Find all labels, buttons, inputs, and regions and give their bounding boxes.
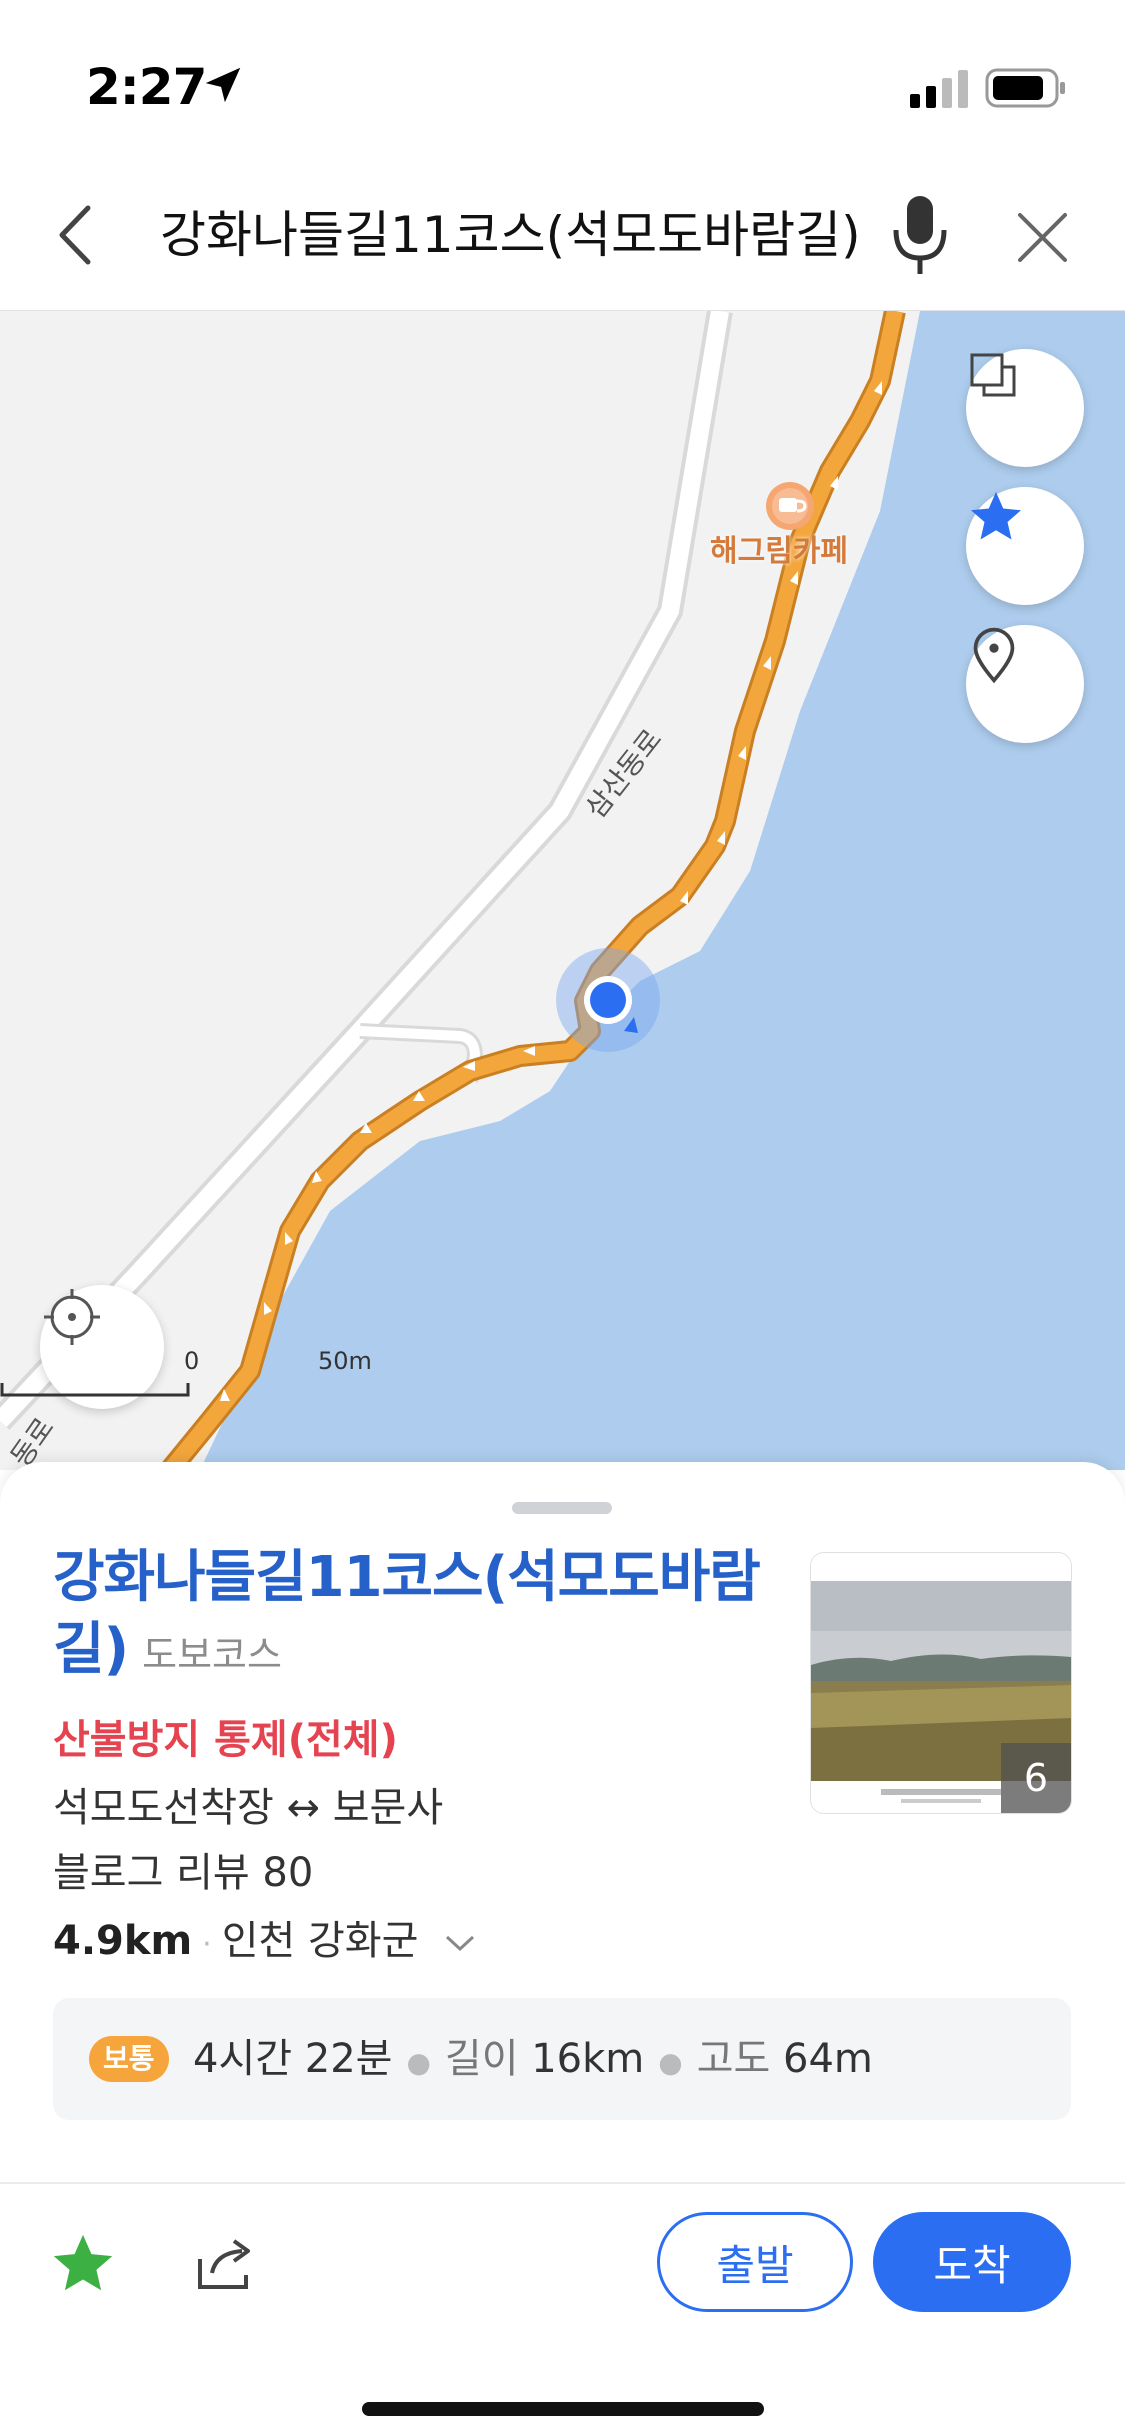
back-icon[interactable]: [48, 200, 108, 270]
length-label: 길이: [444, 2036, 519, 2082]
distance: 4.9km: [53, 1918, 193, 1964]
course-info-text: 4시간 22분 ● 길이 16km ● 고도 64m: [193, 2036, 873, 2082]
arrive-button[interactable]: 도착: [873, 2212, 1071, 2312]
favorite-star-icon[interactable]: [48, 2229, 118, 2299]
map-view[interactable]: 해그림카페 삼산동로 동로 0 50m: [0, 311, 1125, 1470]
course-length: 16km: [531, 2036, 645, 2082]
battery-icon: [985, 68, 1065, 108]
photo-count: 6: [1001, 1743, 1071, 1813]
star-icon: [971, 492, 1021, 540]
course-altitude: 64m: [783, 2036, 873, 2082]
separator-dot: ·: [202, 1927, 212, 1962]
map-canvas: [0, 311, 1125, 1470]
search-input[interactable]: 강화나들길11코스(석모도바람길): [160, 200, 861, 270]
status-bar: 2:27: [0, 0, 1125, 160]
chevron-down-icon: [446, 1935, 475, 1952]
route-text: 석모도선착장 ↔ 보문사: [53, 1785, 444, 1831]
region: 인천 강화군: [221, 1918, 419, 1964]
level-badge: 보통: [89, 2036, 169, 2082]
place-photo[interactable]: 6: [810, 1552, 1072, 1814]
search-header: 강화나들길11코스(석모도바람길): [0, 160, 1125, 311]
altitude-label: 고도: [696, 2036, 771, 2082]
sheet-handle[interactable]: [512, 1502, 612, 1514]
pin-button[interactable]: [966, 625, 1084, 743]
location-arrow-icon: [205, 67, 241, 103]
favorite-map-button[interactable]: [966, 487, 1084, 605]
scale-end: 50m: [318, 1347, 372, 1375]
blog-review-link[interactable]: 블로그 리뷰 80: [53, 1840, 313, 1898]
place-title[interactable]: 강화나들길11코스(석모도바람길) 도보코스: [53, 1542, 773, 1691]
course-info-box: 보통 4시간 22분 ● 길이 16km ● 고도 64m: [53, 1998, 1071, 2120]
locate-icon: [44, 1289, 100, 1345]
depart-button[interactable]: 출발: [657, 2212, 853, 2312]
alert-text: 산불방지 통제(전체): [53, 1717, 398, 1763]
status-time: 2:27: [86, 58, 207, 116]
close-icon[interactable]: [1010, 205, 1075, 270]
action-bar: 출발 도착: [0, 2184, 1125, 2364]
place-category: 도보코스: [142, 1633, 282, 1677]
course-duration: 4시간 22분: [193, 2036, 393, 2082]
share-icon[interactable]: [190, 2229, 260, 2299]
scale-bar: [0, 1383, 190, 1397]
place-sheet: 강화나들길11코스(석모도바람길) 도보코스 6 산불방지 통제(전체) 석모도선…: [0, 1462, 1125, 2436]
home-indicator[interactable]: [362, 2402, 764, 2416]
pin-icon: [973, 627, 1015, 684]
poi-label[interactable]: 해그림카페: [710, 526, 848, 570]
signal-icon: [910, 70, 968, 108]
distance-row[interactable]: 4.9km · 인천 강화군: [53, 1908, 477, 1966]
layers-icon: [970, 353, 1016, 397]
layers-button[interactable]: [966, 349, 1084, 467]
microphone-icon[interactable]: [880, 190, 960, 280]
